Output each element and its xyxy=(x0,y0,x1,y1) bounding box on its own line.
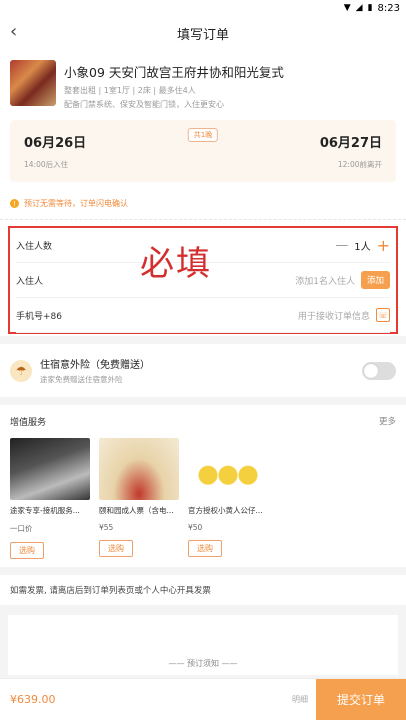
services-more-link[interactable]: 更多 xyxy=(379,415,396,428)
guests-label: 入住人数 xyxy=(16,241,53,252)
service-name: 途家专享-接机服务... xyxy=(10,506,80,515)
service-price: 一口价 xyxy=(10,524,33,533)
decrease-button[interactable]: — xyxy=(335,238,348,253)
services-title: 增值服务 xyxy=(10,418,47,428)
booking-notice-title: —— 预订须知 —— xyxy=(168,659,238,668)
phone-label: 手机号+86 xyxy=(16,311,62,322)
status-time: 8:23 xyxy=(377,2,400,14)
status-bar: ▼ ◢ ▮ 8:23 xyxy=(0,0,406,16)
checkout: 06月27日 12:00前离开 xyxy=(320,132,382,170)
airport-car-image xyxy=(10,438,90,500)
checkin-date: 06月26日 xyxy=(24,136,87,151)
date-box[interactable]: 06月26日 14:00后入住 共1晚 06月27日 12:00前离开 xyxy=(10,120,396,182)
service-price: ¥55 xyxy=(99,523,114,532)
guest-count: 1人 xyxy=(354,241,371,253)
phone-row: 手机号+86 用于接收订单信息 ☏ xyxy=(16,298,390,333)
increase-button[interactable]: + xyxy=(377,236,390,255)
hotel-thumbnail xyxy=(10,60,56,106)
title-bar: ‹ 填写订单 xyxy=(0,16,406,50)
service-card[interactable]: 颐和园成人票（含电... ¥55 选购 xyxy=(99,438,179,559)
hotel-name: 小象09 天安门故宫王府井协和阳光复式 xyxy=(64,65,284,80)
notice-text: 预订无需等待，订单闪电确认 xyxy=(24,199,128,208)
insurance-toggle[interactable] xyxy=(362,361,396,380)
nights-badge: 共1晚 xyxy=(187,128,219,142)
checkin-sub: 14:00后入住 xyxy=(24,160,69,169)
instant-confirm-notice: ! 预订无需等待，订单闪电确认 xyxy=(0,192,406,220)
buy-button[interactable]: 选购 xyxy=(188,540,222,557)
buy-button[interactable]: 选购 xyxy=(99,540,133,557)
insurance-title: 住宿意外险（免费赠送） xyxy=(40,360,150,371)
service-name: 官方授权小黄人公仔... xyxy=(188,506,263,515)
summer-palace-image xyxy=(99,438,179,500)
buy-button[interactable]: 选购 xyxy=(10,542,44,559)
wifi-icon: ▼ xyxy=(343,3,351,13)
value-added-services: 增值服务 更多 途家专享-接机服务... 一口价 选购 颐和园成人票（含电...… xyxy=(0,405,406,567)
required-highlight-box: 入住人数 — 1人 + 入住人 添加1名入住人 添加 手机号+86 用于接收订单… xyxy=(8,226,398,334)
phone-input[interactable]: 用于接收订单信息 xyxy=(298,309,370,322)
hotel-desc: 配备门禁系统、保安及智能门锁，入住更安心 xyxy=(64,100,224,109)
guest-form: 入住人数 — 1人 + 入住人 添加1名入住人 添加 手机号+86 用于接收订单… xyxy=(0,220,406,336)
checkout-date: 06月27日 xyxy=(319,136,382,151)
guest-label: 入住人 xyxy=(16,276,44,287)
total-price: ¥639.00 xyxy=(10,693,56,706)
checkin: 06月26日 14:00后入住 xyxy=(24,132,86,170)
minion-toy-image xyxy=(188,438,268,500)
checkout-sub: 12:00前离开 xyxy=(337,160,382,169)
signal-icon: ◢ xyxy=(355,3,363,13)
service-card[interactable]: 官方授权小黄人公仔... ¥50 选购 xyxy=(188,438,268,559)
price-detail-link[interactable]: 明细 xyxy=(292,694,308,705)
add-guest-button[interactable]: 添加 xyxy=(360,271,390,289)
booking-notice: —— 预订须知 —— xyxy=(8,615,398,675)
hotel-meta: 整套出租 | 1室1厅 | 2床 | 最多住4人 xyxy=(64,86,196,95)
guest-placeholder[interactable]: 添加1名入住人 xyxy=(295,274,355,287)
hotel-summary[interactable]: 小象09 天安门故宫王府井协和阳光复式 整套出租 | 1室1厅 | 2床 | 最… xyxy=(0,50,406,116)
info-icon: ! xyxy=(10,199,19,208)
stay-dates: 06月26日 14:00后入住 共1晚 06月27日 12:00前离开 xyxy=(0,116,406,192)
bottom-bar: ¥639.00 明细 提交订单 xyxy=(0,678,406,720)
service-name: 颐和园成人票（含电... xyxy=(99,506,174,515)
insurance-sub: 途家免费赠送住宿意外险 xyxy=(40,375,123,384)
umbrella-icon: ☂ xyxy=(10,359,32,382)
insurance-row: ☂ 住宿意外险（免费赠送） 途家免费赠送住宿意外险 xyxy=(0,344,406,397)
page-title: 填写订单 xyxy=(176,27,229,43)
contacts-icon[interactable]: ☏ xyxy=(376,308,390,322)
back-icon[interactable]: ‹ xyxy=(10,21,17,42)
submit-order-button[interactable]: 提交订单 xyxy=(316,678,406,720)
service-card[interactable]: 途家专享-接机服务... 一口价 选购 xyxy=(10,438,90,559)
battery-icon: ▮ xyxy=(367,3,373,13)
required-annotation: 必填 xyxy=(140,244,212,284)
service-price: ¥50 xyxy=(188,523,203,532)
invoice-notice: 如需发票, 请离店后到订单列表页或个人中心开具发票 xyxy=(0,575,406,605)
